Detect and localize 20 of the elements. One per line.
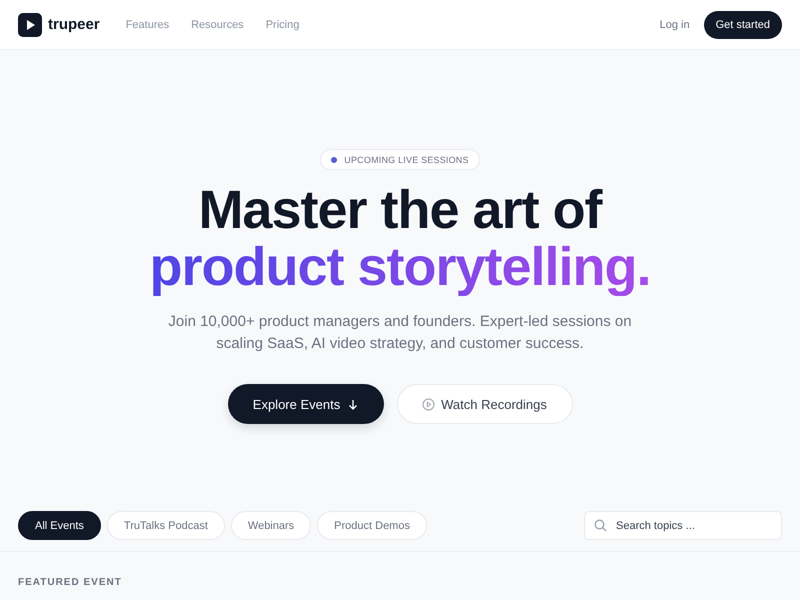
filter-tab[interactable]: TruTalks Podcast: [106, 511, 225, 540]
live-sessions-badge: UPCOMING LIVE SESSIONS: [320, 149, 480, 170]
logo-text[interactable]: trupeer: [48, 16, 100, 33]
login-link[interactable]: Log in: [660, 18, 690, 30]
filter-tab[interactable]: Webinars: [230, 511, 312, 540]
filter-tab[interactable]: All Events: [18, 511, 101, 540]
hero-heading: Master the art of: [198, 182, 602, 238]
play-logo-icon: [18, 12, 42, 36]
arrow-down-icon: [348, 398, 358, 410]
nav-link[interactable]: Features: [126, 18, 170, 30]
nav-link[interactable]: Resources: [191, 18, 244, 30]
watch-recordings-button[interactable]: Watch Recordings: [396, 384, 572, 424]
nav-link[interactable]: Pricing: [266, 18, 300, 30]
search-field[interactable]: Search topics ...: [584, 511, 782, 540]
section-label: FEATURED EVENT: [18, 577, 123, 588]
hero-subtitle: Join 10,000+ product managers and founders. Expert-led sessions on scaling SaaS, AI video strategy, and customer success.: [167, 312, 633, 354]
filter-tab[interactable]: Product Demos: [317, 511, 427, 540]
get-started-button[interactable]: Get started: [704, 10, 782, 38]
play-circle-icon: [422, 398, 436, 410]
explore-events-button[interactable]: Explore Events: [228, 384, 384, 424]
